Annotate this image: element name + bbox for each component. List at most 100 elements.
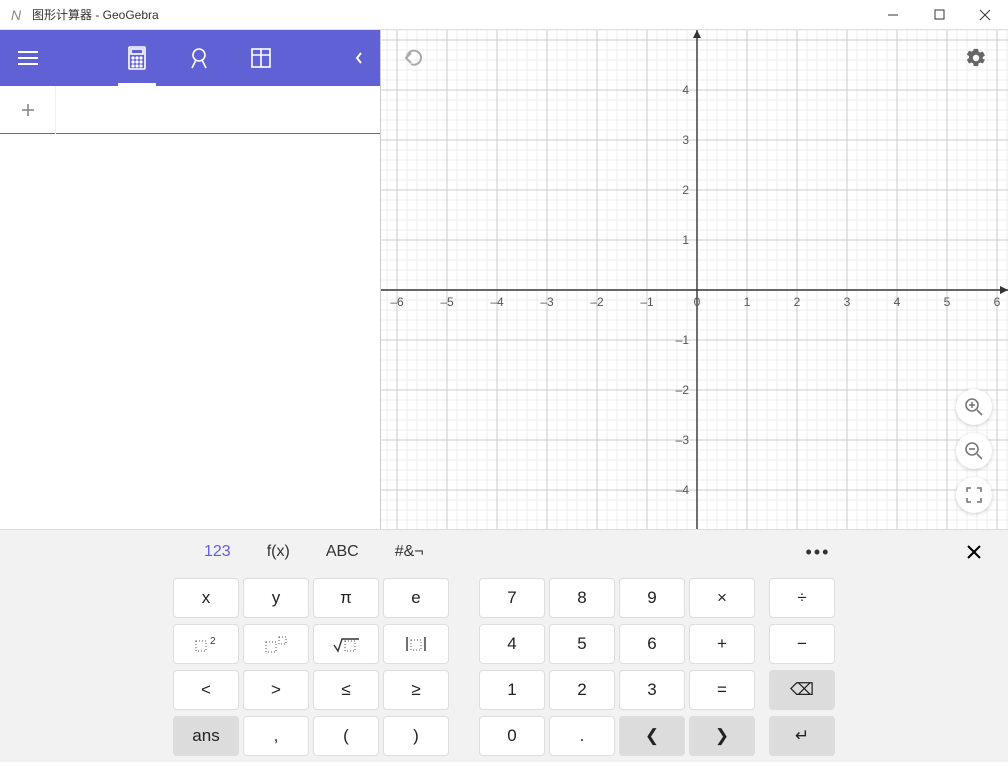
plus-icon bbox=[20, 102, 36, 118]
key-2[interactable]: 2 bbox=[549, 670, 615, 710]
window-titlebar: N 图形计算器 - GeoGebra bbox=[0, 0, 1008, 30]
undo-button[interactable] bbox=[395, 40, 431, 76]
key-minus[interactable]: − bbox=[769, 624, 835, 664]
calculator-icon bbox=[127, 46, 147, 70]
key-times[interactable]: × bbox=[689, 578, 755, 618]
fullscreen-icon bbox=[965, 486, 983, 504]
main-area: –6–5–4–3–2–10123456–4–3–2–11234 bbox=[0, 30, 1008, 529]
kbd-tab-123[interactable]: 123 bbox=[186, 530, 249, 574]
key-5[interactable]: 5 bbox=[549, 624, 615, 664]
minimize-button[interactable] bbox=[870, 0, 916, 30]
add-input-button[interactable] bbox=[0, 86, 56, 134]
fullscreen-button[interactable] bbox=[956, 477, 992, 513]
chevron-left-icon bbox=[354, 51, 364, 65]
tab-tools[interactable] bbox=[178, 30, 220, 86]
key-le[interactable]: ≤ bbox=[313, 670, 379, 710]
svg-text:3: 3 bbox=[682, 133, 689, 147]
tab-table[interactable] bbox=[240, 30, 282, 86]
key-plus[interactable]: + bbox=[689, 624, 755, 664]
svg-text:–4: –4 bbox=[676, 483, 690, 497]
svg-text:1: 1 bbox=[682, 233, 689, 247]
kbd-tab-symbols[interactable]: #&¬ bbox=[377, 530, 442, 574]
algebra-panel bbox=[0, 30, 381, 529]
close-icon bbox=[966, 544, 982, 560]
key-dot[interactable]: . bbox=[549, 716, 615, 756]
kbd-tab-fx[interactable]: f(x) bbox=[249, 530, 308, 574]
square-icon: 2 bbox=[193, 635, 219, 653]
svg-text:5: 5 bbox=[944, 295, 951, 309]
virtual-keyboard: 123 f(x) ABC #&¬ ••• x y π e 7 8 9 × ÷ 2 bbox=[0, 529, 1008, 762]
key-3[interactable]: 3 bbox=[619, 670, 685, 710]
undo-icon bbox=[402, 49, 424, 67]
tools-icon bbox=[188, 47, 210, 69]
svg-text:2: 2 bbox=[682, 183, 689, 197]
key-pi[interactable]: π bbox=[313, 578, 379, 618]
graph-panel[interactable]: –6–5–4–3–2–10123456–4–3–2–11234 bbox=[381, 30, 1008, 529]
sqrt-icon bbox=[331, 635, 361, 653]
table-icon bbox=[251, 48, 271, 68]
zoom-in-button[interactable] bbox=[956, 389, 992, 425]
key-9[interactable]: 9 bbox=[619, 578, 685, 618]
window-controls bbox=[870, 0, 1008, 30]
key-right[interactable]: ❯ bbox=[689, 716, 755, 756]
key-ge[interactable]: ≥ bbox=[383, 670, 449, 710]
key-power[interactable] bbox=[243, 624, 309, 664]
keyboard-more-button[interactable]: ••• bbox=[800, 542, 836, 563]
svg-text:–2: –2 bbox=[590, 295, 604, 309]
key-left[interactable]: ❮ bbox=[619, 716, 685, 756]
svg-text:–6: –6 bbox=[390, 295, 404, 309]
key-comma[interactable]: , bbox=[243, 716, 309, 756]
key-backspace[interactable]: ⌫ bbox=[769, 670, 835, 710]
keyboard-keys: x y π e 7 8 9 × ÷ 2 4 5 6 + − < > ≤ bbox=[0, 574, 1008, 766]
kbd-tab-abc[interactable]: ABC bbox=[308, 530, 377, 574]
key-gt[interactable]: > bbox=[243, 670, 309, 710]
key-square[interactable]: 2 bbox=[173, 624, 239, 664]
graph-toolbar bbox=[381, 30, 1008, 86]
key-8[interactable]: 8 bbox=[549, 578, 615, 618]
key-6[interactable]: 6 bbox=[619, 624, 685, 664]
svg-text:2: 2 bbox=[794, 295, 801, 309]
formula-input-row bbox=[0, 86, 380, 134]
coordinate-grid[interactable]: –6–5–4–3–2–10123456–4–3–2–11234 bbox=[381, 30, 1008, 529]
key-enter[interactable]: ↵ bbox=[769, 716, 835, 756]
svg-text:2: 2 bbox=[210, 636, 216, 647]
close-button[interactable] bbox=[962, 0, 1008, 30]
key-rparen[interactable]: ) bbox=[383, 716, 449, 756]
formula-input[interactable] bbox=[56, 86, 380, 133]
svg-text:–5: –5 bbox=[440, 295, 454, 309]
window-title: 图形计算器 - GeoGebra bbox=[32, 6, 870, 23]
menu-button[interactable] bbox=[0, 30, 56, 86]
key-abs[interactable] bbox=[383, 624, 449, 664]
key-e[interactable]: e bbox=[383, 578, 449, 618]
keyboard-close-button[interactable] bbox=[956, 544, 992, 560]
tab-algebra[interactable] bbox=[116, 30, 158, 86]
key-1[interactable]: 1 bbox=[479, 670, 545, 710]
key-sqrt[interactable] bbox=[313, 624, 379, 664]
settings-button[interactable] bbox=[958, 40, 994, 76]
keyboard-tabs: 123 f(x) ABC #&¬ ••• bbox=[0, 530, 1008, 574]
abs-icon bbox=[403, 635, 429, 653]
svg-text:–3: –3 bbox=[676, 433, 690, 447]
key-ans[interactable]: ans bbox=[173, 716, 239, 756]
svg-text:–4: –4 bbox=[490, 295, 504, 309]
key-4[interactable]: 4 bbox=[479, 624, 545, 664]
key-equals[interactable]: = bbox=[689, 670, 755, 710]
zoom-controls bbox=[956, 389, 992, 513]
zoom-out-icon bbox=[964, 441, 984, 461]
svg-text:–1: –1 bbox=[676, 333, 690, 347]
key-7[interactable]: 7 bbox=[479, 578, 545, 618]
svg-text:4: 4 bbox=[894, 295, 901, 309]
key-lparen[interactable]: ( bbox=[313, 716, 379, 756]
svg-text:3: 3 bbox=[844, 295, 851, 309]
key-0[interactable]: 0 bbox=[479, 716, 545, 756]
zoom-in-icon bbox=[964, 397, 984, 417]
zoom-out-button[interactable] bbox=[956, 433, 992, 469]
svg-text:1: 1 bbox=[744, 295, 751, 309]
gear-icon bbox=[965, 47, 987, 69]
key-lt[interactable]: < bbox=[173, 670, 239, 710]
key-x[interactable]: x bbox=[173, 578, 239, 618]
key-y[interactable]: y bbox=[243, 578, 309, 618]
key-divide[interactable]: ÷ bbox=[769, 578, 835, 618]
maximize-button[interactable] bbox=[916, 0, 962, 30]
collapse-panel-button[interactable] bbox=[338, 30, 380, 86]
